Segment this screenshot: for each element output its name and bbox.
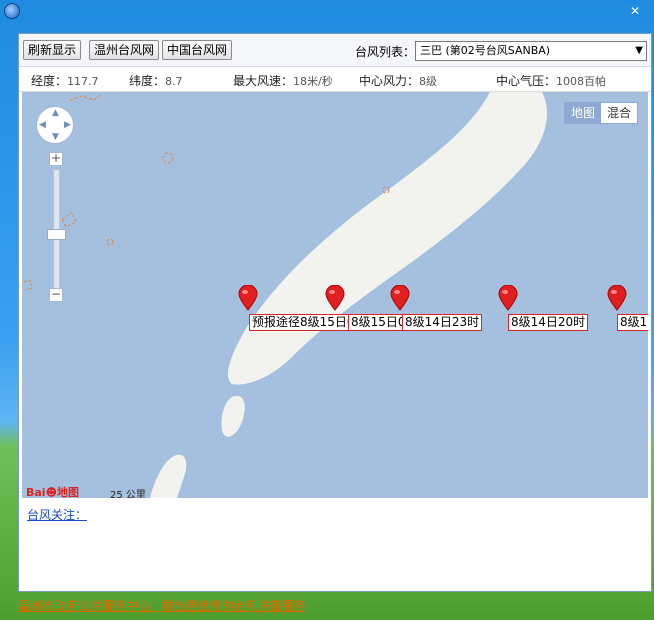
typhoon-select-value: 三巴 (第02号台风SANBA) xyxy=(420,44,551,57)
center-pressure-value: 1008百帕 xyxy=(556,75,607,88)
center-force-value: 8级 xyxy=(419,75,438,88)
map-scale: 25 公里 xyxy=(110,490,146,498)
center-force-info: 中心风力：8级 xyxy=(359,74,438,88)
marker-label: 8级14日23时 xyxy=(402,314,483,331)
latitude-value: 8.7 xyxy=(165,75,183,88)
map-marker-icon[interactable] xyxy=(324,284,346,311)
zoom-slider-knob[interactable] xyxy=(47,229,66,240)
marker-label: 8级1 xyxy=(617,314,648,331)
island-palawan xyxy=(227,92,548,385)
china-typhoon-link-button[interactable]: 中国台风网 xyxy=(162,40,233,60)
pan-right-icon[interactable]: ▶ xyxy=(64,120,71,130)
typhoon-window: 刷新显示 温州台风网 中国台风网 台风列表： 三巴 (第02号台风SANBA) … xyxy=(18,33,652,592)
border-dash-1 xyxy=(69,94,101,101)
typhoon-select[interactable]: 三巴 (第02号台风SANBA) ▼ xyxy=(415,41,647,61)
border-dash-3 xyxy=(61,211,77,228)
footer-link[interactable]: 温州市政府公共服务中心：推出更优质的台风防御服务 xyxy=(18,597,306,614)
map-marker-icon[interactable] xyxy=(389,284,411,311)
typhoon-attention-link[interactable]: 台风关注： xyxy=(27,506,87,523)
map-type-map[interactable]: 地图 xyxy=(564,103,601,123)
center-pressure-info: 中心气压：1008百帕 xyxy=(496,74,607,88)
app-icon xyxy=(4,3,20,19)
info-bar: 经度：117.7 纬度：8.7 最大风速：18米/秒 中心风力：8级 中心气压：… xyxy=(19,67,651,92)
border-dash-2 xyxy=(162,152,174,164)
close-icon[interactable]: ✕ xyxy=(630,4,640,18)
max-wind-value: 18米/秒 xyxy=(293,75,333,88)
wenzhou-typhoon-link-button[interactable]: 温州台风网 xyxy=(89,40,160,60)
map-type-switch: 地图 混合 xyxy=(563,102,638,124)
longitude-value: 117.7 xyxy=(67,75,99,88)
border-dash-4 xyxy=(106,238,114,246)
pan-control[interactable]: ▲ ▼ ◀ ▶ xyxy=(36,106,74,144)
toolbar: 刷新显示 温州台风网 中国台风网 台风列表： 三巴 (第02号台风SANBA) … xyxy=(19,34,651,67)
pan-up-icon[interactable]: ▲ xyxy=(52,108,59,118)
map-marker-icon[interactable] xyxy=(237,284,259,311)
island-small xyxy=(221,395,245,437)
zoom-out-button[interactable]: − xyxy=(49,288,63,302)
marker-label: 8级14日20时 xyxy=(508,314,589,331)
map-marker-icon[interactable] xyxy=(606,284,628,311)
latitude-info: 纬度：8.7 xyxy=(129,74,183,88)
longitude-info: 经度：117.7 xyxy=(31,74,99,88)
pan-down-icon[interactable]: ▼ xyxy=(52,132,59,142)
map-type-hybrid[interactable]: 混合 xyxy=(600,103,637,123)
pan-left-icon[interactable]: ◀ xyxy=(39,120,46,130)
zoom-in-button[interactable]: + xyxy=(49,152,63,166)
border-dash-5 xyxy=(23,279,33,291)
chevron-down-icon: ▼ xyxy=(635,45,643,56)
map-area[interactable]: 地图 混合 ▲ ▼ ◀ ▶ + − 预报途径8级15日05时 8级15日02时 8级… xyxy=(22,92,648,498)
max-wind-info: 最大风速：18米/秒 xyxy=(233,74,333,88)
baidu-logo: Bai☻地图 xyxy=(26,486,80,498)
typhoon-list-label: 台风列表： xyxy=(355,45,416,59)
refresh-button[interactable]: 刷新显示 xyxy=(23,40,82,60)
island-bottom xyxy=(150,454,187,498)
map-marker-icon[interactable] xyxy=(497,284,519,311)
